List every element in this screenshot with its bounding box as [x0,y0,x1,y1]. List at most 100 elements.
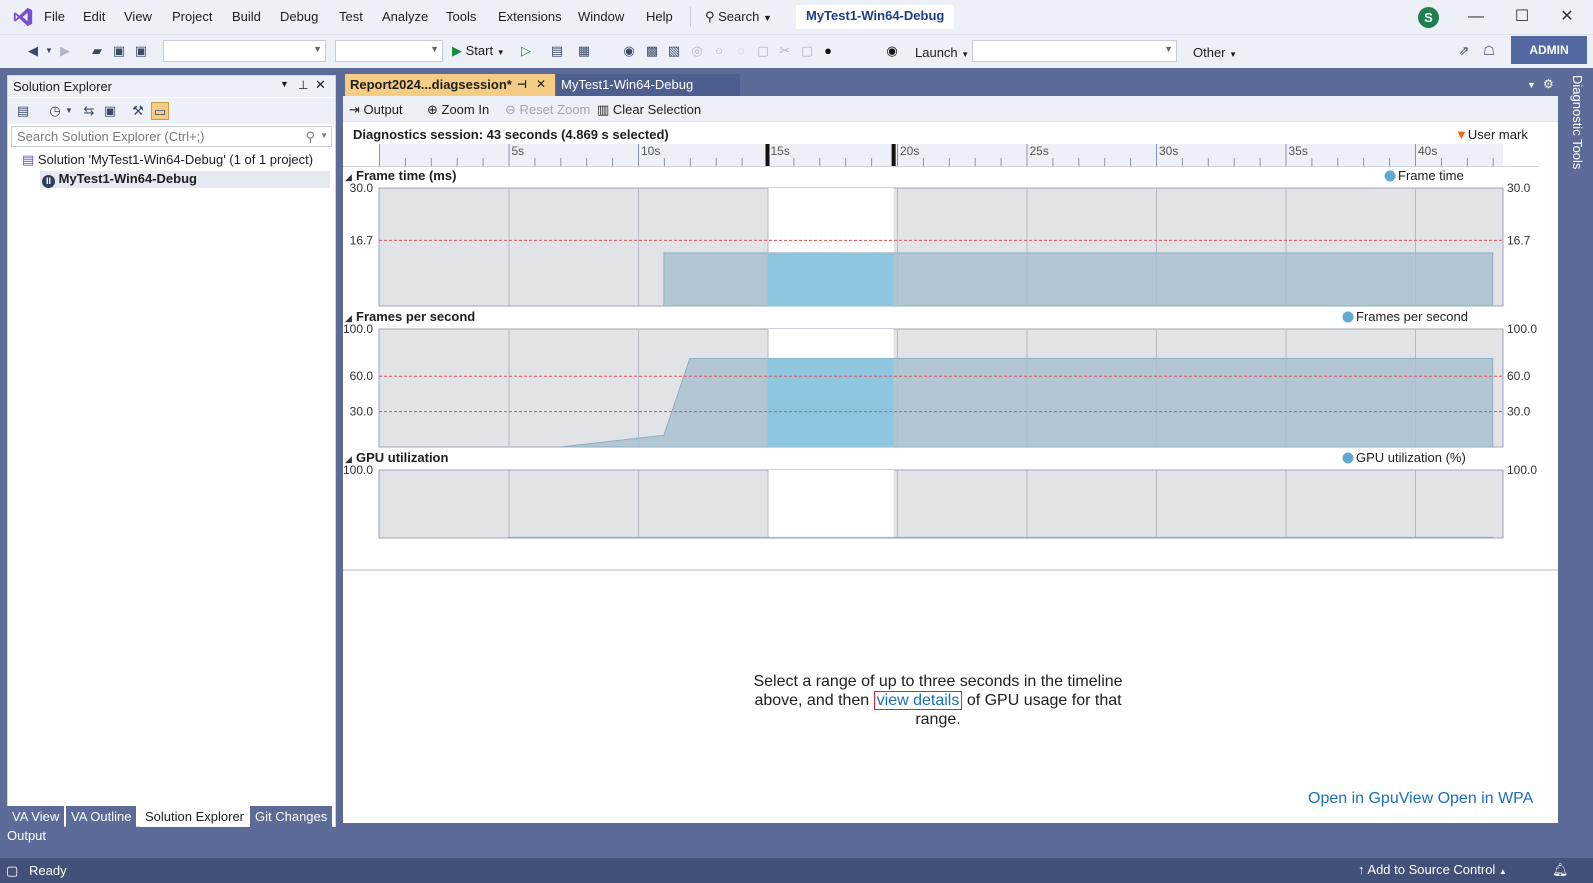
save-icon[interactable]: ▣ [110,42,128,60]
ruler-tick-label: 30s [1159,144,1178,158]
plot-area [378,469,1504,539]
menu-help[interactable]: Help [646,9,673,24]
close-icon[interactable]: ✕ [536,77,546,91]
tab-va-view[interactable]: VA View [7,806,65,827]
platform-dropdown[interactable]: ▼ [335,40,443,62]
solution-explorer-header: Solution Explorer ▼ ⊥ ✕ [8,76,335,97]
capture-frame-icon[interactable]: ▩ [643,42,661,60]
menu-tools[interactable]: Tools [446,9,476,24]
disabled-tool-icon[interactable]: ○ [710,42,728,60]
visual-studio-logo-icon [13,7,33,27]
output-button[interactable]: ⇥ Output [349,102,403,118]
y-tick-label-right: 16.7 [1507,233,1531,247]
open-in-wpa-link[interactable]: Open in WPA [1438,790,1534,807]
tool-window-tabs: VA View VA Outline Solution Explorer Git… [7,806,336,828]
layout-icon[interactable]: ▦ [575,42,593,60]
configuration-dropdown[interactable]: ▼ [163,40,326,62]
menu-window[interactable]: Window [578,9,624,24]
menu-extensions[interactable]: Extensions [498,9,562,24]
tab-git-changes[interactable]: Git Changes [250,806,333,827]
disabled-tool-icon[interactable]: ✂ [776,42,794,60]
pix-icon[interactable]: ▧ [665,42,683,60]
tab-va-outline[interactable]: VA Outline [66,806,137,827]
reset-zoom-button[interactable]: ⊖ Reset Zoom [505,102,590,118]
pin-icon[interactable]: ⊣ [517,78,527,91]
y-tick-label-right: 100.0 [1507,463,1537,477]
admin-button[interactable]: ADMIN [1511,36,1587,64]
splitter[interactable] [343,569,1558,571]
chevron-down-icon[interactable]: ▼ [1527,80,1536,90]
legend-label: Frame time [1398,168,1464,183]
menu-view[interactable]: View [124,9,152,24]
timeline-charts[interactable]: 5s 10s 15s 20s 25s 30s 35s 40s◢ Frame time (ms) F… [343,144,1558,574]
search-button[interactable]: ⚲ Search ▼ [705,9,772,25]
feedback-icon[interactable]: ☖ [1480,42,1498,60]
launch-button[interactable]: Launch ▼ [915,45,969,60]
clear-selection-button[interactable]: ▥ Clear Selection [597,102,701,118]
gear-icon[interactable]: ⚙ [1543,77,1554,91]
open-in-gpuview-link[interactable]: Open in GpuView [1308,790,1433,807]
menu-debug[interactable]: Debug [280,9,318,24]
pin-icon[interactable]: ⊥ [298,78,308,92]
tab-diagsession[interactable]: Report2024...diagsession* ⊣ ✕ [345,74,555,96]
bell-icon[interactable]: 🔔︎ [1552,862,1569,878]
y-tick-label: 100.0 [343,463,373,477]
tree-item-project[interactable]: II MyTest1-Win64-Debug [40,171,330,188]
chevron-down-icon[interactable]: ▼ [280,79,289,89]
disabled-tool-icon[interactable]: ▢ [798,42,816,60]
disabled-tool-icon[interactable]: ◎ [688,42,706,60]
source-control-label: Add to Source Control [1367,862,1496,877]
tree-item-solution[interactable]: ▤ Solution 'MyTest1-Win64-Debug' (1 of 1… [22,152,313,168]
reset-zoom-label: Reset Zoom [519,102,591,117]
navigate-forward-icon[interactable]: ▶ [56,42,74,60]
menu-test[interactable]: Test [339,9,363,24]
clear-selection-icon: ▥ [597,102,613,117]
menu-file[interactable]: File [44,9,65,24]
close-icon[interactable]: ✕ [1552,6,1582,28]
tab-solution-explorer[interactable]: Solution Explorer [140,806,249,827]
minimize-icon[interactable]: — [1461,6,1491,28]
properties-icon[interactable]: ⚒ [129,102,147,120]
avatar[interactable]: S [1418,7,1439,28]
disabled-tool-icon[interactable]: ◌ [732,42,750,60]
collapse-all-icon[interactable]: ▣ [101,102,119,120]
record-icon[interactable]: ● [819,42,837,60]
menu-edit[interactable]: Edit [83,9,105,24]
menu-analyze[interactable]: Analyze [382,9,428,24]
stop-record-icon[interactable]: ◉ [883,42,901,60]
legend-label: Frames per second [1356,309,1468,324]
details-message: Select a range of up to three seconds in… [748,672,1128,729]
menu-project[interactable]: Project [172,9,212,24]
reset-zoom-icon: ⊖ [505,102,520,117]
zoom-in-label: Zoom In [441,102,490,117]
view-details-link[interactable]: view details [873,691,963,710]
source-control-button[interactable]: ↑ Add to Source Control ▲ [1358,862,1507,877]
preview-icon[interactable]: ▭ [151,102,169,120]
output-button-label: Output [363,102,403,117]
start-debugging-button[interactable]: ▶ Start ▼ [452,43,505,59]
solution-search-input[interactable]: Search Solution Explorer (Ctrl+;) ⚲ ▼ [11,126,332,147]
clear-selection-label: Clear Selection [612,102,702,117]
save-all-icon[interactable]: ▣ [132,42,150,60]
chevron-down-icon[interactable]: ▼ [60,102,78,120]
open-folder-icon[interactable]: ▰ [88,42,106,60]
tab-project[interactable]: MyTest1-Win64-Debug [556,74,740,96]
start-without-debugging-icon[interactable]: ▷ [517,42,535,60]
maximize-icon[interactable]: ☐ [1507,6,1537,28]
session-summary: Diagnostics session: 43 seconds (4.869 s… [353,127,669,142]
gpu-capture-icon[interactable]: ◉ [620,42,638,60]
other-button[interactable]: Other ▼ [1193,45,1237,60]
disabled-tool-icon[interactable]: ▢ [754,42,772,60]
zoom-in-button[interactable]: ⊕ Zoom In [427,102,489,118]
sync-icon[interactable]: ⇆ [80,102,98,120]
close-icon[interactable]: ✕ [315,77,326,93]
browse-icon[interactable]: ▤ [548,42,566,60]
output-tab[interactable]: Output [7,828,46,843]
diagnostic-tools-tab[interactable]: Diagnostic Tools [1570,75,1585,169]
switch-views-icon[interactable]: ▤ [14,102,32,120]
menu-build[interactable]: Build [232,9,261,24]
ruler-tick-label: 35s [1289,144,1308,158]
share-icon[interactable]: ⇗ [1455,42,1473,60]
launch-target-dropdown[interactable]: ▼ [972,40,1177,62]
chevron-down-icon[interactable]: ▼ [320,131,328,140]
